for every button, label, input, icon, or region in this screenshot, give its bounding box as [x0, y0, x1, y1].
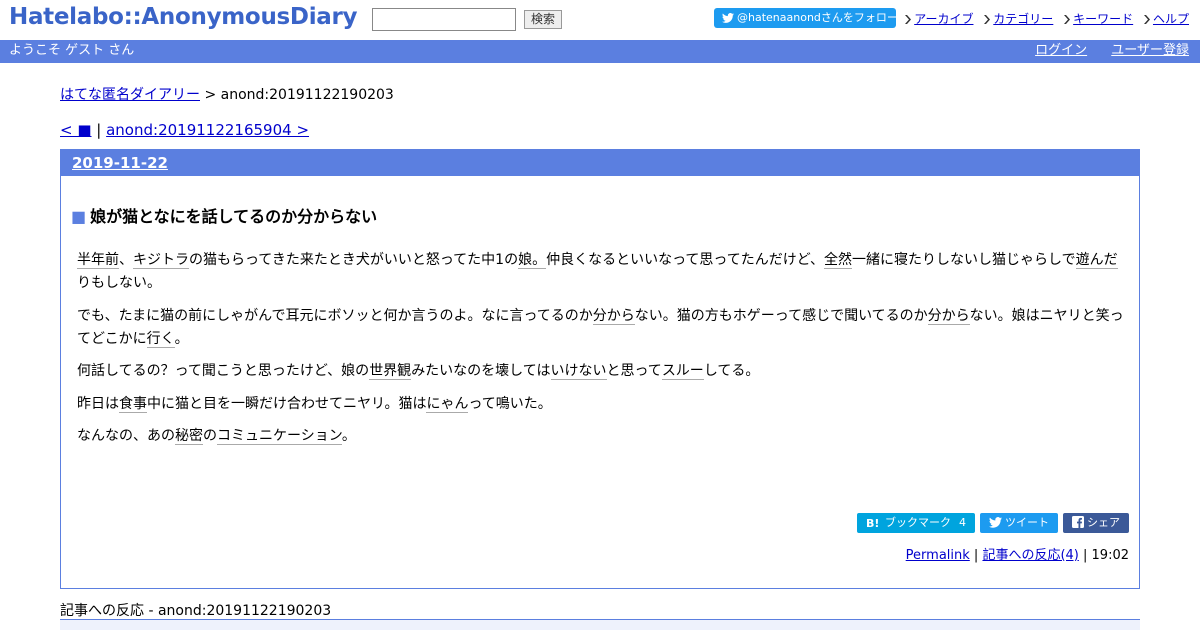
arrow-right-icon [984, 15, 991, 24]
search-input[interactable] [372, 8, 516, 31]
text-span: 。 [174, 330, 189, 347]
keyword-link[interactable]: 秘密 [175, 428, 203, 445]
header-nav: アーカイブ カテゴリー キーワード ヘルプ [898, 10, 1189, 27]
entry-body: 半年前、キジトラの猫もらってきた来たとき犬がいいと怒ってた中1の娘。仲良くなると… [77, 249, 1131, 458]
facebook-label: シェア [1087, 516, 1120, 529]
register-link[interactable]: ユーザー登録 [1111, 43, 1189, 58]
keyword-link[interactable]: 分から [592, 307, 635, 325]
breadcrumb-current: anond:20191122190203 [220, 87, 394, 103]
footer-separator: | [969, 548, 983, 563]
breadcrumb-home-link[interactable]: はてな匿名ダイアリー [60, 87, 200, 103]
entry-paragraph: でも、たまに猫の前にしゃがんで耳元にボソッと何か言うのよ。なに言ってるのか分から… [77, 305, 1131, 351]
facebook-icon [1072, 516, 1084, 528]
prev-entry-link[interactable]: < ■ [60, 121, 92, 139]
text-span: 。 [341, 428, 356, 444]
svg-text:B!: B! [866, 517, 879, 528]
nav-archive[interactable]: アーカイブ [904, 12, 973, 26]
text-span: の猫もらってきた来たとき犬がいいと怒ってた中1の [189, 252, 519, 268]
text-span: 、 [119, 252, 133, 268]
tweet-label: ツイート [1005, 516, 1049, 529]
arrow-right-icon [905, 15, 912, 24]
hatena-bookmark-icon: B! [866, 517, 879, 530]
hatena-bookmark-button[interactable]: B! ブックマーク 4 [857, 513, 975, 533]
arrow-right-icon [1143, 15, 1150, 24]
breadcrumb-separator: > [200, 87, 221, 103]
text-span: 何話してるの？って聞こうと思ったけど、娘の [77, 363, 370, 379]
facebook-share-button[interactable]: シェア [1063, 513, 1129, 533]
text-span: してる。 [703, 363, 760, 379]
keyword-link[interactable]: スルー [661, 363, 704, 380]
text-span: 一緒に寝たりしないし猫じゃらしで [852, 252, 1076, 268]
pager-separator: | [91, 121, 107, 139]
arrow-right-icon [1064, 15, 1071, 24]
text-span: 中に猫と目を一瞬だけ合わせてニヤリ。猫は [147, 395, 427, 412]
entry-title-text: 娘が猫となにを話してるのか分からない [90, 207, 378, 226]
text-span: ない。猫の方もホゲーって感じで聞いてるのか [634, 307, 928, 324]
text-span: 仲良くなるといいなって思ってたんだけど、 [546, 252, 824, 268]
user-bar: ようこそ ゲスト さん ログイン ユーザー登録 [0, 40, 1200, 63]
keyword-link[interactable]: 行く [146, 330, 175, 348]
share-buttons: B! ブックマーク 4 ツイート シェア [852, 513, 1129, 533]
entry-time: 19:02 [1091, 548, 1129, 563]
nav-category[interactable]: カテゴリー [983, 12, 1053, 26]
login-link[interactable]: ログイン [1035, 43, 1087, 58]
bookmark-label: ブックマーク [885, 516, 951, 529]
entry-title: ■ 娘が猫となにを話してるのか分からない [71, 203, 377, 227]
keyword-link[interactable]: 全然 [824, 252, 852, 269]
text-span: みたいなのを壊しては [411, 363, 551, 379]
keyword-link[interactable]: 半年前 [77, 252, 119, 269]
entry-paragraph: 昨日は食事中に猫と目を一瞬だけ合わせてニヤリ。猫はにゃんって鳴いた。 [77, 393, 1131, 416]
text-span: って鳴いた。 [468, 395, 552, 412]
nav-help[interactable]: ヘルプ [1143, 12, 1189, 26]
day-date-link[interactable]: 2019-11-22 [72, 154, 168, 172]
breadcrumb: はてな匿名ダイアリー > anond:20191122190203 [60, 84, 394, 104]
keyword-link[interactable]: キジトラ [133, 252, 189, 269]
keyword-link[interactable]: 遊んだ [1075, 252, 1118, 269]
nav-link-help[interactable]: ヘルプ [1153, 12, 1189, 26]
twitter-follow-button[interactable]: @hatenaanondさんをフォロー [714, 8, 898, 28]
keyword-link[interactable]: 娘。 [518, 252, 547, 269]
footer-separator: | [1078, 548, 1092, 563]
entry-anchor[interactable]: ■ [71, 207, 86, 226]
day-section: 2019-11-22 ■ 娘が猫となにを話してるのか分からない 半年前、キジトラの… [60, 149, 1140, 589]
text-span: の [203, 428, 217, 444]
permalink-link[interactable]: Permalink [906, 548, 970, 563]
keyword-link[interactable]: 食事 [119, 395, 147, 413]
entry-paragraph: 半年前、キジトラの猫もらってきた来たとき犬がいいと怒ってた中1の娘。仲良くなると… [77, 249, 1131, 295]
next-entry-link[interactable]: anond:20191122165904 > [106, 121, 309, 139]
bookmark-count: 4 [959, 516, 966, 529]
keyword-link[interactable]: コミュニケーション [217, 428, 342, 445]
site-logo[interactable]: Hatelabo::AnonymousDiary [9, 4, 358, 30]
nav-keyword[interactable]: キーワード [1063, 12, 1133, 26]
follow-label: @hatenaanondさんをフォロー [737, 11, 898, 24]
day-header: 2019-11-22 [61, 150, 1139, 176]
tweet-button[interactable]: ツイート [980, 513, 1058, 533]
entry-paragraph: なんなの、あの秘密のコミュニケーション。 [77, 425, 1131, 448]
twitter-bird-icon [989, 517, 1002, 528]
nav-link-archive[interactable]: アーカイブ [914, 12, 973, 26]
nav-link-keyword[interactable]: キーワード [1073, 12, 1133, 26]
welcome-text: ようこそ ゲスト さん [9, 43, 135, 58]
pager: < ■ | anond:20191122165904 > [60, 121, 309, 139]
text-span: 昨日は [77, 395, 119, 412]
search-button[interactable]: 検索 [524, 10, 562, 29]
header: Hatelabo::AnonymousDiary 検索 @hatenaanond… [0, 0, 1200, 40]
entry-footer: Permalink | 記事への反応(4) | 19:02 [906, 544, 1129, 563]
text-span: なんなの、あの [77, 428, 175, 444]
reactions-list-edge [60, 619, 1140, 630]
keyword-link[interactable]: いけない [550, 363, 607, 380]
twitter-bird-icon [722, 13, 734, 23]
text-span: と思って [606, 363, 662, 379]
reactions-link[interactable]: 記事への反応(4) [982, 548, 1078, 563]
text-span: でも、たまに猫の前にしゃがんで耳元にボソッと何か言うのよ。なに言ってるのか [77, 307, 593, 324]
keyword-link[interactable]: 世界観 [369, 363, 412, 380]
keyword-link[interactable]: 分から [927, 307, 970, 325]
keyword-link[interactable]: にゃん [426, 395, 469, 413]
user-links: ログイン ユーザー登録 [1015, 40, 1189, 62]
text-span: りもしない。 [77, 275, 161, 291]
entry-paragraph: 何話してるの？って聞こうと思ったけど、娘の世界観みたいなのを壊してはいけないと思… [77, 360, 1131, 383]
nav-link-category[interactable]: カテゴリー [993, 12, 1053, 26]
reactions-section-title: 記事への反応 - anond:20191122190203 [60, 603, 332, 619]
